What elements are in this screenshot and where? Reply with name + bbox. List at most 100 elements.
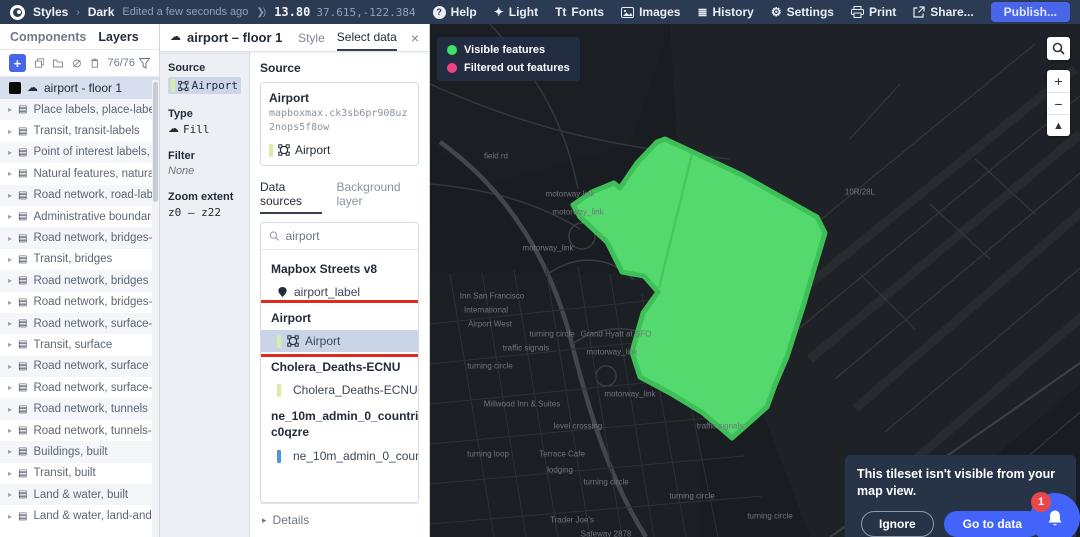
- sidebar-scrollbar[interactable]: [152, 80, 159, 537]
- ignore-button[interactable]: Ignore: [861, 510, 934, 537]
- layer-list-item[interactable]: ▸ ▤ Road network, road-labels: [0, 184, 159, 206]
- notification-badge[interactable]: 1: [1031, 492, 1051, 512]
- compass-button[interactable]: ▲: [1047, 114, 1070, 136]
- expand-caret-icon[interactable]: ▸: [8, 426, 12, 435]
- zoom-level-value: 13.80: [274, 5, 311, 19]
- nav-source-row[interactable]: Airport: [168, 77, 241, 94]
- visibility-icon[interactable]: [72, 58, 82, 69]
- layer-list-item[interactable]: ▸ ▤ Place labels, place-labels: [0, 99, 159, 121]
- publish-button[interactable]: Publish...: [990, 2, 1070, 22]
- tab-style[interactable]: Style: [298, 24, 325, 51]
- history-icon: ≣: [697, 5, 708, 19]
- folder-icon[interactable]: [52, 58, 63, 69]
- breadcrumb-styles[interactable]: Styles: [33, 5, 68, 19]
- layer-list-item[interactable]: ▸ ▤ Road network, tunnels-c...: [0, 420, 159, 441]
- layer-list-item[interactable]: ▸ ▤ Road network, surface: [0, 355, 159, 378]
- layer-list-item[interactable]: ▸ ▤ Land & water, land-and-...: [0, 505, 159, 526]
- history-button[interactable]: ≣ History: [697, 5, 753, 19]
- expand-caret-icon[interactable]: ▸: [8, 362, 12, 371]
- layer-group-icon: ▤: [18, 318, 28, 330]
- layer-list-item[interactable]: ▸ ▤ Transit, surface: [0, 334, 159, 355]
- zoom-out-button[interactable]: −: [1047, 92, 1070, 114]
- expand-caret-icon[interactable]: ▸: [8, 383, 12, 392]
- top-bar: Styles › Dark Edited a few seconds ago ❯…: [0, 0, 1080, 24]
- mapbox-logo-icon[interactable]: [10, 4, 25, 20]
- images-button[interactable]: Images: [621, 5, 680, 19]
- layer-group-icon: ▤: [18, 168, 28, 180]
- polygon-source-icon: [287, 335, 299, 347]
- tab-background-layer[interactable]: Background layer: [336, 180, 419, 214]
- expand-caret-icon[interactable]: ▸: [8, 105, 12, 114]
- layer-list-item[interactable]: ▸ ▤ Road network, surface-ic...: [0, 312, 159, 335]
- fonts-button[interactable]: Tt Fonts: [555, 5, 604, 19]
- nav-type-label: Type: [168, 108, 193, 120]
- selected-layer-row[interactable]: ☁ airport - floor 1: [0, 77, 159, 99]
- source-item-cholera[interactable]: Cholera_Deaths-ECNU: [261, 379, 418, 401]
- source-card[interactable]: Airport mapboxmax.ck3sb6pr908uz2nops5f8o…: [260, 82, 419, 166]
- zoom-in-button[interactable]: +: [1047, 70, 1070, 92]
- expand-caret-icon[interactable]: ▸: [8, 212, 12, 221]
- map-canvas[interactable]: field rd motorway link motorway_link motorw…: [430, 24, 1080, 537]
- delete-icon[interactable]: [90, 57, 99, 69]
- nav-zoom-value[interactable]: z0 — z22: [168, 206, 241, 219]
- layer-list-item[interactable]: ▸ ▤ Road network, bridges-2: [0, 227, 159, 249]
- nav-filter-value[interactable]: None: [168, 165, 241, 177]
- expand-caret-icon[interactable]: ▸: [8, 469, 12, 478]
- layer-list-item[interactable]: ▸ ▤ Administrative boundari...: [0, 206, 159, 227]
- share-button[interactable]: Share...: [913, 5, 974, 19]
- duplicate-icon[interactable]: [34, 57, 44, 69]
- source-search-input[interactable]: [285, 229, 410, 243]
- tab-select-data[interactable]: Select data: [336, 24, 397, 51]
- tab-components[interactable]: Components: [10, 30, 86, 44]
- help-button[interactable]: ? Help: [432, 5, 477, 19]
- tab-data-sources[interactable]: Data sources: [260, 180, 323, 214]
- expand-caret-icon[interactable]: ▸: [8, 298, 12, 307]
- add-layer-button[interactable]: +: [9, 54, 26, 72]
- tab-layers[interactable]: Layers: [98, 30, 138, 44]
- expand-caret-icon[interactable]: ▸: [8, 319, 12, 328]
- map-search-button[interactable]: [1047, 37, 1070, 60]
- layer-list-item[interactable]: ▸ ▤ Natural features, natural...: [0, 163, 159, 184]
- nav-type-value: Fill: [183, 123, 210, 136]
- print-button[interactable]: Print: [850, 5, 896, 19]
- layer-list-item[interactable]: ▸ ▤ Transit, built: [0, 463, 159, 484]
- source-group-airport: Airport Airport: [261, 300, 418, 357]
- go-to-data-button[interactable]: Go to data: [943, 510, 1042, 537]
- source-item-airport-label[interactable]: airport_label: [261, 281, 418, 303]
- nav-type-row[interactable]: ☁ Fill: [168, 123, 241, 136]
- layer-item-label: Road network, tunnels-c...: [33, 424, 159, 437]
- layer-list-item[interactable]: ▸ ▤ Buildings, built: [0, 441, 159, 463]
- layer-list-item[interactable]: ▸ ▤ Transit, bridges: [0, 249, 159, 270]
- source-item-airport[interactable]: Airport: [261, 330, 418, 352]
- layer-list-item[interactable]: ▸ ▤ Land & water, built: [0, 484, 159, 506]
- visible-features-label: Visible features: [464, 44, 546, 56]
- layer-list-item[interactable]: ▸ ▤ Road network, bridges-c...: [0, 292, 159, 313]
- source-color-swatch: [269, 143, 273, 157]
- expand-caret-icon[interactable]: ▸: [8, 148, 12, 157]
- layer-list-item[interactable]: ▸ ▤ Road network, bridges: [0, 270, 159, 292]
- layer-item-label: Road network, road-labels: [33, 189, 159, 202]
- expand-caret-icon[interactable]: ▸: [8, 340, 12, 349]
- details-toggle[interactable]: ▸ Details: [260, 503, 419, 531]
- layer-list-item[interactable]: ▸ ▤ Point of interest labels, p...: [0, 141, 159, 164]
- layer-list-item[interactable]: ▸ ▤ Road network, surface-c...: [0, 377, 159, 398]
- expand-caret-icon[interactable]: ▸: [8, 512, 12, 521]
- expand-caret-icon[interactable]: ▸: [8, 127, 12, 136]
- expand-caret-icon[interactable]: ▸: [8, 255, 12, 264]
- filter-icon[interactable]: [139, 57, 151, 69]
- settings-button[interactable]: ⚙ Settings: [771, 5, 834, 19]
- source-item-ne10m[interactable]: ne_10m_admin_0_countrie...: [261, 445, 418, 467]
- expand-caret-icon[interactable]: ▸: [8, 490, 12, 499]
- expand-caret-icon[interactable]: ▸: [8, 276, 12, 285]
- expand-caret-icon[interactable]: ▸: [8, 191, 12, 200]
- expand-caret-icon[interactable]: ▸: [8, 169, 12, 178]
- layer-list-item[interactable]: ▸ ▤ Transit, transit-labels: [0, 120, 159, 141]
- expand-caret-icon[interactable]: ▸: [8, 234, 12, 243]
- style-name[interactable]: Dark: [88, 5, 115, 19]
- light-menu-button[interactable]: ✦ Light: [494, 5, 538, 19]
- layer-list-item[interactable]: ▸ ▤ Road network, tunnels: [0, 398, 159, 420]
- expand-caret-icon[interactable]: ▸: [8, 447, 12, 456]
- expand-caret-icon[interactable]: ▸: [8, 405, 12, 414]
- close-icon[interactable]: ×: [411, 30, 419, 46]
- collapse-toggle-icon[interactable]: ❯): [256, 7, 266, 18]
